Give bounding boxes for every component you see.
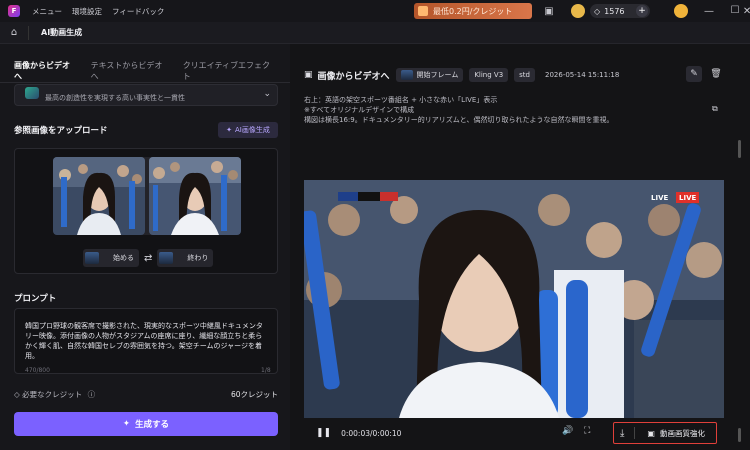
live-badge: LIVE [676, 192, 700, 203]
start-frame-label: 始める [113, 254, 134, 262]
credits-count: 1576 [604, 6, 625, 16]
info-icon[interactable]: ⓘ [88, 390, 96, 399]
frame-selector-row: 始める ⇄ 終わり [83, 249, 214, 267]
user-avatar[interactable] [674, 4, 688, 18]
scoreboard-team-block [338, 192, 358, 201]
enhance-actions: ⤓ ▣ 動画画質強化 [613, 422, 717, 444]
add-credits-icon[interactable]: + [636, 5, 648, 17]
start-frame-tag: 開始フレーム [395, 68, 464, 82]
gift-icon [418, 6, 428, 16]
reference-image-area[interactable]: 始める ⇄ 終わり [14, 148, 278, 274]
right-scrollbar-bottom[interactable] [738, 428, 741, 442]
start-frame-tag-thumbnail [400, 70, 413, 80]
download-icon[interactable]: ⤓ [620, 428, 624, 439]
tab-divider [0, 82, 290, 83]
ai-image-generate-label: AI画像生成 [235, 126, 270, 134]
edit-icon[interactable]: ✎ [686, 66, 702, 82]
reference-image-pair [53, 157, 241, 235]
model-thumbnail [25, 87, 39, 99]
prompt-page-counter: 1/8 [261, 367, 271, 374]
end-frame-thumbnail [159, 252, 174, 264]
start-frame-image[interactable] [53, 157, 145, 235]
end-frame-image[interactable] [149, 157, 241, 235]
screenshot-icon[interactable]: ▣ [542, 4, 556, 18]
end-frame-button[interactable]: 終わり [157, 249, 214, 267]
required-credits-row: ◇ 必要なクレジット ⓘ 60クレジット [14, 389, 278, 401]
image-icon: ▣ [304, 70, 313, 80]
reference-image-title: 参照画像をアップロード [14, 126, 108, 136]
coin-avatar-icon[interactable] [571, 4, 585, 18]
video-controls: ❚❚ 0:00:03/0:00:10 🔊 ⛶ ⤓ ▣ 動画画質強化 [304, 418, 724, 448]
generate-label: 生成する [135, 420, 170, 430]
hd-enhance-icon: ▣ [647, 428, 655, 438]
video-enhance-button[interactable]: 動画画質強化 [660, 428, 705, 439]
minimize-icon[interactable]: — [702, 4, 716, 18]
prompt-input[interactable]: 韓国プロ野球の観客席で撮影された、現実的なスポーツ中継風ドキュメンタリー映像。添… [14, 308, 278, 374]
live-label: LIVE [651, 193, 669, 202]
promo-banner[interactable]: 最低0.2円/クレジット [414, 3, 532, 19]
right-panel: ▣ 画像からビデオへ 開始フレーム Kling V3 std 2026-05-1… [292, 44, 750, 450]
app-logo-icon: F [8, 5, 20, 17]
prompt-title: プロンプト [14, 294, 57, 304]
ai-image-generate-button[interactable]: ✦ AI画像生成 [218, 122, 278, 138]
prompt-text[interactable]: 韓国プロ野球の観客席で撮影された、現実的なスポーツ中継風ドキュメンタリー映像。添… [25, 321, 265, 361]
menu-item-settings[interactable]: 環境設定 [72, 6, 102, 17]
title-bar: F メニュー 環境設定 フィードバック 最低0.2円/クレジット ▣ ◇ 157… [0, 0, 750, 22]
sparkle-icon: ✦ [122, 419, 131, 429]
home-icon[interactable]: ⌂ [8, 27, 20, 39]
prompt-note-line-1: 右上：英語の架空スポーツ番組名 + 小さな赤い「LIVE」表示 [304, 96, 498, 104]
prompt-char-count: 470/800 [25, 367, 50, 374]
mode-tag: std [514, 68, 535, 82]
scoreboard-score-block [380, 192, 398, 201]
close-icon[interactable]: ✕ [744, 4, 750, 18]
created-date: 2026-05-14 15:11:18 [545, 71, 620, 79]
required-credits-label: 必要なクレジット [22, 390, 83, 399]
result-header: ▣ 画像からビデオへ 開始フレーム Kling V3 std 2026-05-1… [304, 68, 619, 82]
end-frame-label: 終わり [187, 254, 209, 262]
start-frame-tag-label: 開始フレーム [416, 71, 459, 79]
result-title: 画像からビデオへ [317, 71, 390, 82]
header-divider [28, 25, 29, 40]
scoreboard-overlay [338, 192, 398, 201]
video-frame [304, 180, 724, 418]
pause-icon[interactable]: ❚❚ [316, 428, 331, 438]
start-frame-thumbnail [85, 252, 99, 264]
diamond-icon: ◇ [594, 6, 601, 16]
left-panel: 画像からビデオへ テキストからビデオへ クリエイティブエフェクト 最高の創造性を… [0, 44, 290, 450]
prompt-note-line-3: 構図は横長16:9。ドキュメンタリー的リアリズムと、偶然切り取られたような自然な… [304, 116, 614, 124]
delete-icon[interactable]: 🗑 [708, 66, 724, 82]
fullscreen-icon[interactable]: ⛶ [584, 426, 590, 436]
menu-item-menu[interactable]: メニュー [32, 6, 62, 17]
generate-button[interactable]: ✦ 生成する [14, 412, 278, 436]
start-frame-button[interactable]: 始める [83, 249, 139, 267]
credits-pill[interactable]: ◇ 1576 + [590, 4, 650, 18]
sparkle-icon: ✦ [226, 126, 232, 134]
required-credits-value: 60クレジット [230, 390, 278, 399]
video-player[interactable]: LIVE LIVE [304, 180, 724, 418]
copy-icon[interactable]: ⧉ [712, 104, 718, 114]
swap-icon[interactable]: ⇄ [144, 253, 152, 264]
model-selector[interactable]: 最高の創造性を実現する高い事実性と一貫性 ⌄ [14, 84, 278, 106]
sub-header: ⌂ AI動画生成 [0, 22, 750, 44]
breadcrumb: AI動画生成 [41, 28, 83, 37]
action-separator [634, 427, 636, 439]
maximize-icon[interactable]: ☐ [728, 3, 742, 17]
diamond-icon: ◇ [14, 390, 20, 399]
right-scrollbar[interactable] [738, 140, 741, 158]
model-description: 最高の創造性を実現する高い事実性と一貫性 [45, 94, 185, 102]
menu-item-feedback[interactable]: フィードバック [112, 6, 164, 17]
volume-icon[interactable]: 🔊 [562, 426, 573, 436]
prompt-note-line-2: ※すべてオリジナルデザインで構成 [304, 106, 415, 114]
model-tag: Kling V3 [469, 68, 509, 82]
promo-text: 最低0.2円/クレジット [433, 6, 513, 16]
playback-time: 0:00:03/0:00:10 [341, 428, 402, 438]
chevron-down-icon[interactable]: ⌄ [263, 89, 271, 99]
